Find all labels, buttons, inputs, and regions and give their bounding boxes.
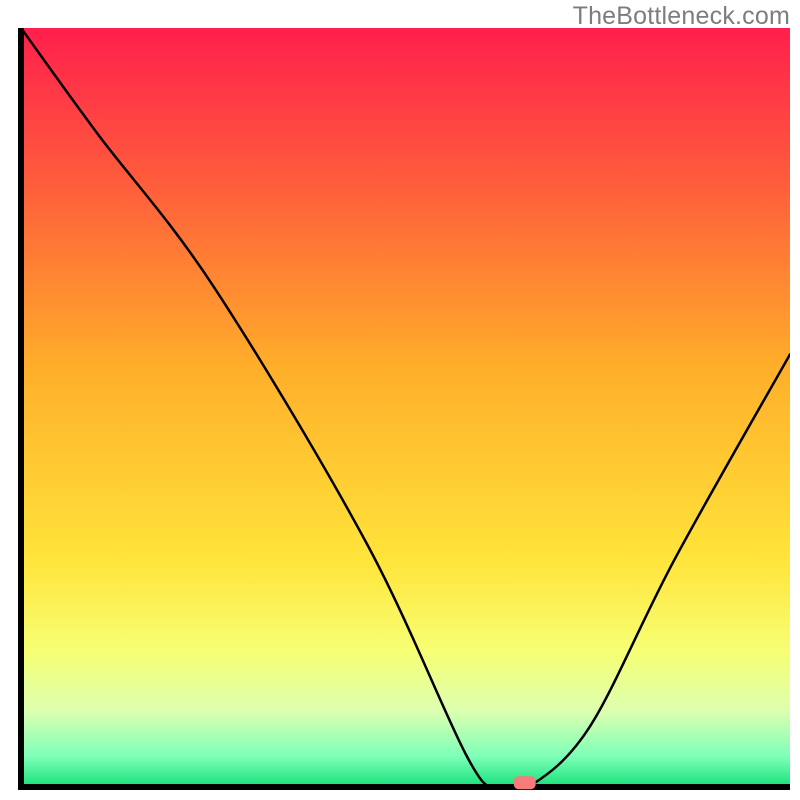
watermark-label: TheBottleneck.com bbox=[573, 2, 790, 31]
bottleneck-chart bbox=[18, 28, 790, 790]
gradient-background bbox=[21, 28, 790, 787]
optimal-marker bbox=[514, 776, 536, 789]
plot-area bbox=[18, 28, 790, 790]
chart-container: TheBottleneck.com bbox=[0, 0, 800, 800]
